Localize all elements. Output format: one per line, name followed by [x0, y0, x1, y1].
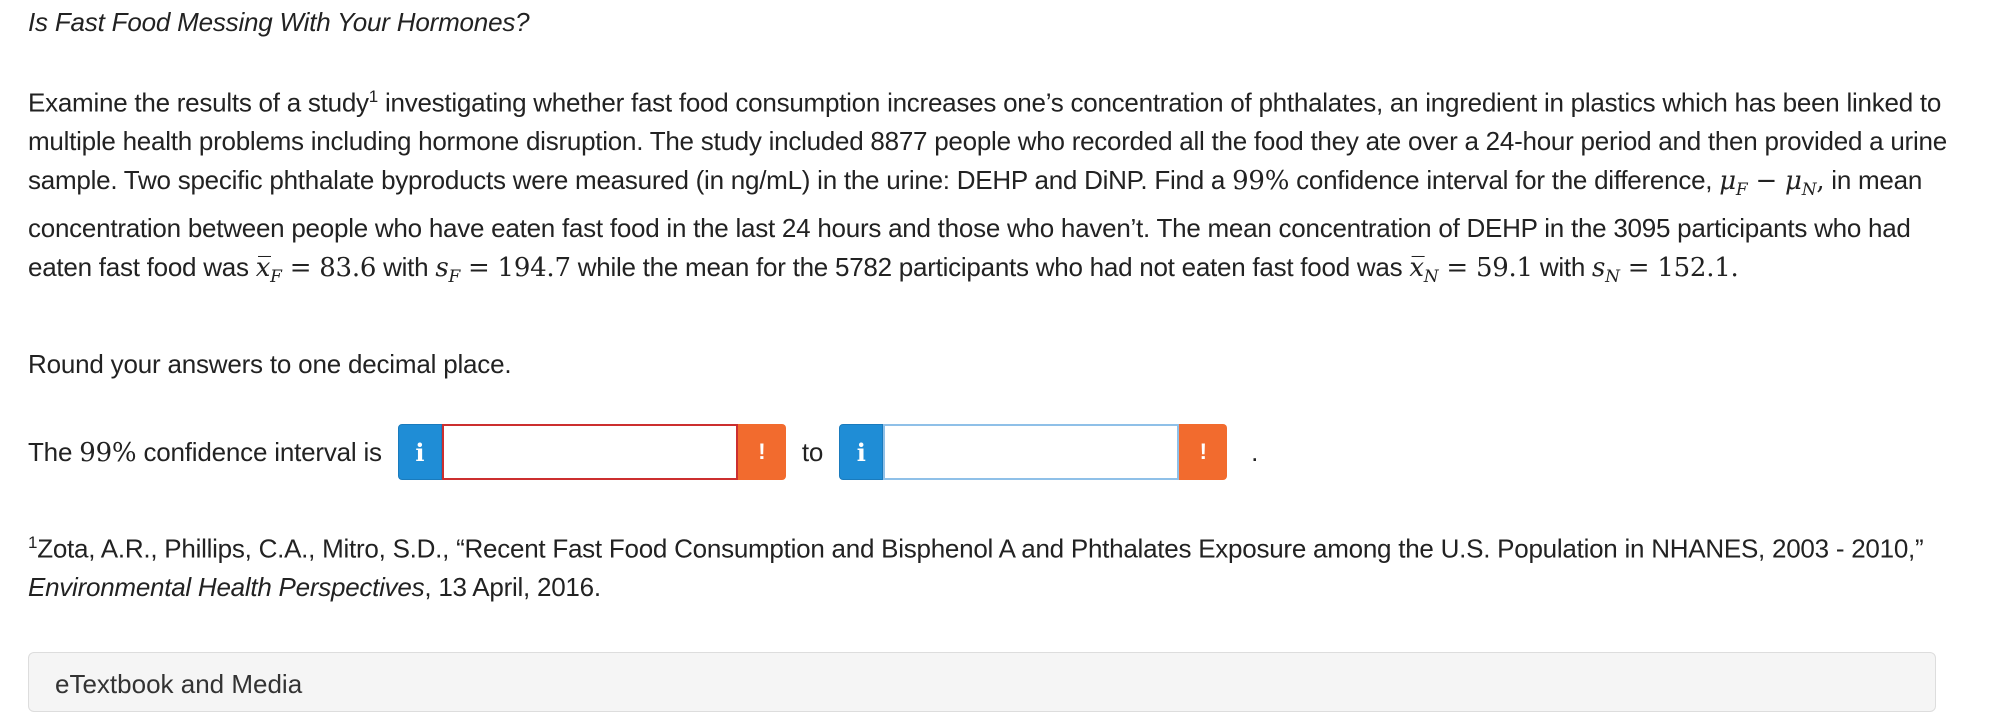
upper-bound-input[interactable] — [883, 424, 1180, 480]
xbar-f-subscript: F — [270, 267, 282, 288]
answer-period: . — [1251, 436, 1259, 467]
mu-f-expression: μF − μN, — [1719, 165, 1824, 200]
mu-n-symbol: μ — [1785, 165, 1802, 196]
xbar-n-expression: x̅N = 59.1 — [1409, 252, 1533, 287]
text-seg: with — [376, 251, 436, 282]
xbar-f-expression: x̅F = 83.6 — [255, 252, 377, 287]
lower-bound-input[interactable] — [441, 424, 738, 480]
warning-icon[interactable]: ! — [1179, 424, 1228, 480]
xbar-n-subscript: N — [1423, 267, 1439, 288]
question-title: Is Fast Food Messing With Your Hormones? — [28, 7, 530, 37]
s-n-symbol: s — [1592, 252, 1606, 283]
minus-sign: − — [1747, 165, 1786, 196]
answer-confidence-level: 99% — [79, 437, 137, 468]
mu-f-subscript: F — [1735, 179, 1748, 200]
etextbook-panel[interactable]: eTextbook and Media — [28, 652, 1936, 712]
s-n-subscript: N — [1605, 267, 1620, 288]
answer-label-suffix: confidence interval is — [136, 436, 382, 467]
s-f-subscript: F — [448, 267, 460, 288]
confidence-level: 99% — [1232, 165, 1290, 196]
round-instruction: Round your answers to one decimal place. — [28, 349, 512, 379]
warning-icon[interactable]: ! — [737, 424, 786, 480]
info-icon[interactable]: i — [397, 424, 442, 480]
text-seg: with — [1532, 251, 1593, 282]
footnote-text-end: , 13 April, 2016. — [424, 571, 601, 602]
text-seg: while the mean for the 5782 participants… — [570, 251, 1410, 282]
xbar-n-value: = 59.1 — [1438, 252, 1533, 283]
to-label: to — [801, 436, 824, 467]
upper-bound-group: i ! — [839, 424, 1228, 480]
lower-bound-group: i ! — [397, 424, 786, 480]
info-icon[interactable]: i — [839, 424, 884, 480]
answer-row: The 99% confidence interval is i ! to i … — [28, 424, 1428, 480]
footnote-text: Zota, A.R., Phillips, C.A., Mitro, S.D.,… — [37, 533, 1924, 564]
text-seg: Examine the results of a study — [28, 87, 369, 118]
s-f-expression: sF = 194.7 — [435, 252, 571, 287]
xbar-n-symbol: x̅ — [1409, 252, 1424, 283]
footnote: 1Zota, A.R., Phillips, C.A., Mitro, S.D.… — [28, 524, 1958, 606]
xbar-f-symbol: x̅ — [255, 252, 271, 283]
s-f-symbol: s — [435, 252, 449, 283]
period: . — [1730, 252, 1739, 283]
text-seg: confidence interval for the difference, — [1289, 164, 1720, 195]
etextbook-title[interactable]: eTextbook and Media — [55, 669, 302, 700]
footnote-marker: 1 — [28, 533, 38, 552]
answer-label: The 99% confidence interval is — [28, 437, 382, 468]
mu-n-subscript: N — [1801, 179, 1817, 200]
s-n-value: = 152.1 — [1619, 252, 1731, 283]
mu-f-symbol: μ — [1719, 165, 1736, 196]
footnote-journal: Environmental Health Perspectives — [28, 571, 425, 602]
s-n-expression: sN = 152.1 — [1592, 252, 1731, 287]
xbar-f-value: = 83.6 — [281, 252, 377, 283]
question-text: Examine the results of a study1 investig… — [28, 78, 1958, 297]
footnote-marker: 1 — [368, 87, 379, 106]
s-f-value: = 194.7 — [459, 252, 571, 283]
answer-label-prefix: The — [28, 436, 80, 467]
